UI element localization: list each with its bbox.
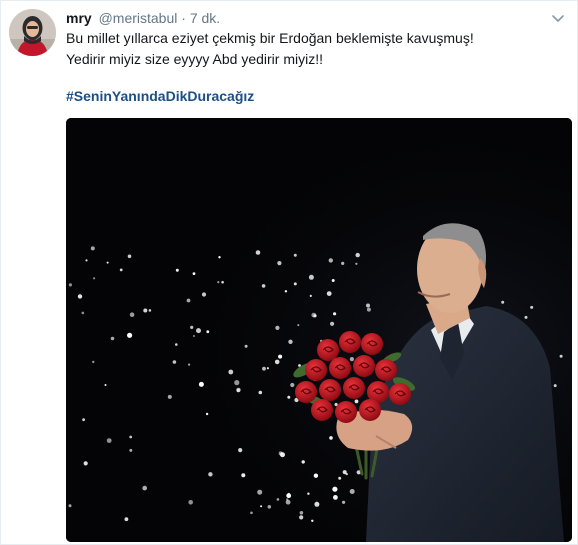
tweet-text-line: Yedirir miyiz size eyyyy Abd yedirir miy…: [66, 51, 323, 67]
tweet-card: mry @meristabul · 7 dk. Bu millet yıllar…: [0, 0, 578, 545]
hashtag-link[interactable]: #SeninYanındaDikDuracağız: [66, 88, 254, 104]
tweet-text-line: Bu millet yıllarca eziyet çekmiş bir Erd…: [66, 30, 474, 46]
user-handle[interactable]: @meristabul: [99, 10, 178, 26]
user-name[interactable]: mry: [66, 10, 92, 26]
chevron-down-icon[interactable]: [551, 11, 565, 22]
tweet-text: Bu millet yıllarca eziyet çekmiş bir Erd…: [66, 28, 566, 70]
avatar-image: [9, 9, 56, 56]
tweet-timestamp[interactable]: 7 dk.: [190, 10, 220, 26]
photo-illustration: [66, 118, 572, 542]
separator-dot: ·: [181, 10, 186, 26]
tweet-header: mry @meristabul · 7 dk.: [66, 9, 220, 27]
tweet-photo[interactable]: [66, 118, 572, 542]
avatar[interactable]: [9, 9, 56, 56]
